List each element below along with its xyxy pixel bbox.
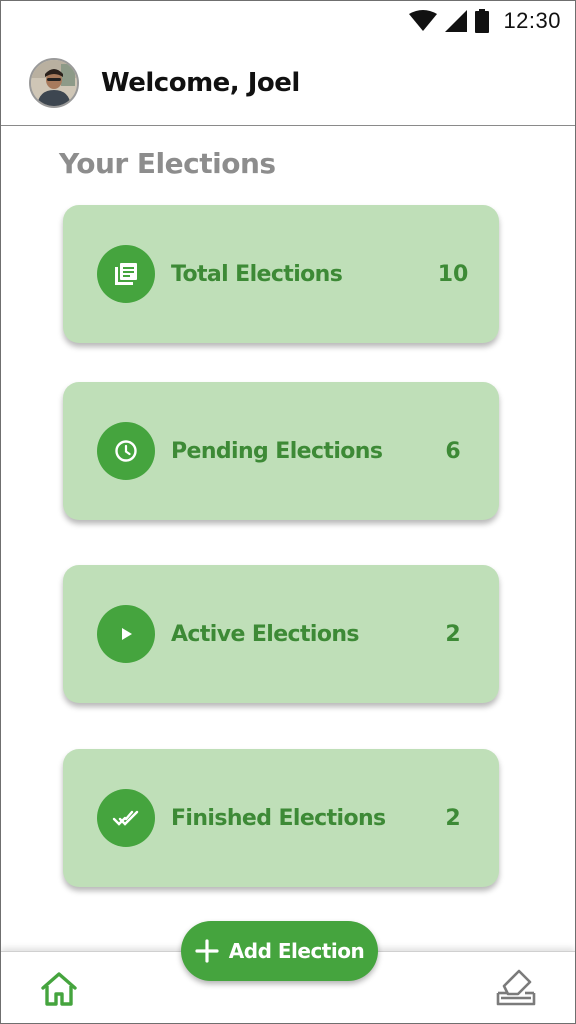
battery-icon <box>475 9 490 33</box>
app-header: Welcome, Joel <box>1 41 575 126</box>
avatar-photo <box>31 60 77 106</box>
signal-icon <box>445 10 468 32</box>
card-label: Pending Elections <box>171 438 383 464</box>
card-count: 2 <box>445 805 461 831</box>
plus-icon <box>195 939 219 963</box>
done-all-icon <box>97 789 155 847</box>
card-label: Active Elections <box>171 621 360 647</box>
card-count: 6 <box>445 438 461 464</box>
pending-elections-card[interactable]: Pending Elections 6 <box>63 382 499 520</box>
card-count: 10 <box>437 261 469 287</box>
list-icon <box>97 245 155 303</box>
add-election-button[interactable]: Add Election <box>181 921 378 981</box>
ballot-icon[interactable] <box>495 966 537 1008</box>
card-label: Finished Elections <box>171 805 386 831</box>
home-icon[interactable] <box>39 970 79 1010</box>
status-bar: 12:30 <box>1 1 575 41</box>
add-election-label: Add Election <box>228 939 365 963</box>
total-elections-card[interactable]: Total Elections 10 <box>63 205 499 343</box>
finished-elections-card[interactable]: Finished Elections 2 <box>63 749 499 887</box>
section-title: Your Elections <box>59 147 276 180</box>
play-icon <box>97 605 155 663</box>
avatar[interactable] <box>29 58 79 108</box>
active-elections-card[interactable]: Active Elections 2 <box>63 565 499 703</box>
welcome-text: Welcome, Joel <box>101 68 300 98</box>
card-label: Total Elections <box>171 261 343 287</box>
app-screen: 12:30 Welcome, Joel Your Elections Total… <box>0 0 576 1024</box>
card-count: 2 <box>445 621 461 647</box>
status-time: 12:30 <box>503 8 561 33</box>
clock-icon <box>97 422 155 480</box>
wifi-icon <box>409 10 438 31</box>
